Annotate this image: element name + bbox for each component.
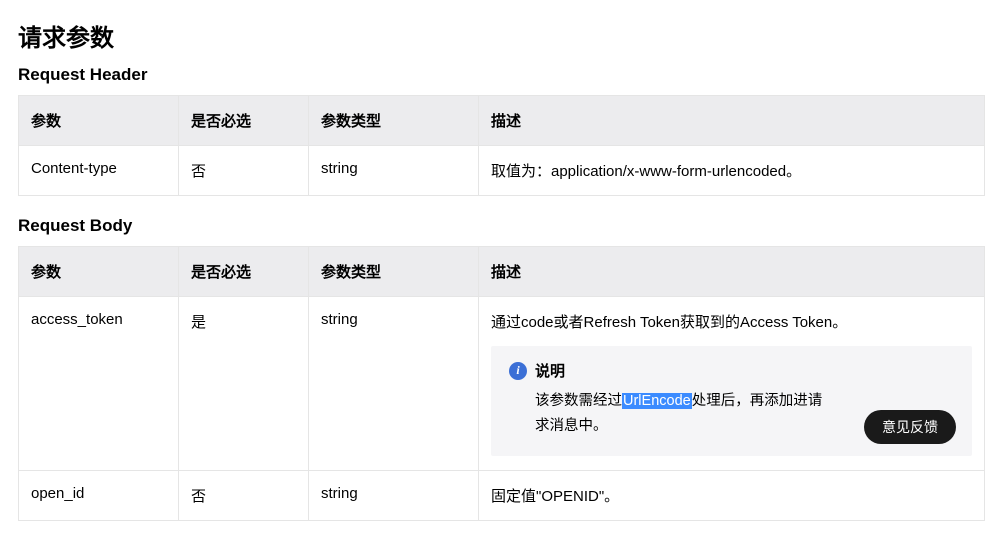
th-desc: 描述: [479, 96, 985, 146]
cell-desc: 固定值"OPENID"。: [479, 471, 985, 521]
table-row: Content-type 否 string 取值为：application/x-…: [19, 146, 985, 196]
desc-text: 通过code或者Refresh Token获取到的Access Token。: [491, 314, 847, 331]
note-text-before: 该参数需经过: [535, 393, 622, 409]
table-row: open_id 否 string 固定值"OPENID"。: [19, 471, 985, 521]
feedback-button[interactable]: 意见反馈: [864, 410, 956, 444]
note-label: 说明: [535, 360, 565, 381]
th-type: 参数类型: [309, 96, 479, 146]
cell-param: access_token: [19, 297, 179, 471]
cell-type: string: [309, 146, 479, 196]
request-header-title: Request Header: [18, 65, 985, 85]
th-type: 参数类型: [309, 247, 479, 297]
th-required: 是否必选: [179, 247, 309, 297]
th-required: 是否必选: [179, 96, 309, 146]
request-body-table: 参数 是否必选 参数类型 描述 access_token 是 string 通过…: [18, 246, 985, 521]
cell-required: 是: [179, 297, 309, 471]
request-header-table: 参数 是否必选 参数类型 描述 Content-type 否 string 取值…: [18, 95, 985, 196]
info-icon: i: [509, 362, 527, 380]
cell-required: 否: [179, 471, 309, 521]
th-param: 参数: [19, 96, 179, 146]
th-desc: 描述: [479, 247, 985, 297]
cell-type: string: [309, 471, 479, 521]
note-header: i 说明: [509, 360, 954, 381]
note-highlight: UrlEncode: [622, 393, 692, 409]
cell-desc: 取值为：application/x-www-form-urlencoded。: [479, 146, 985, 196]
cell-param: Content-type: [19, 146, 179, 196]
cell-desc: 通过code或者Refresh Token获取到的Access Token。 i…: [479, 297, 985, 471]
note-box: i 说明 该参数需经过UrlEncode处理后，再添加进请求消息中。 意见反馈: [491, 346, 972, 456]
cell-type: string: [309, 297, 479, 471]
request-body-title: Request Body: [18, 216, 985, 236]
page-title: 请求参数: [18, 18, 985, 53]
th-param: 参数: [19, 247, 179, 297]
cell-param: open_id: [19, 471, 179, 521]
cell-required: 否: [179, 146, 309, 196]
table-row: access_token 是 string 通过code或者Refresh To…: [19, 297, 985, 471]
